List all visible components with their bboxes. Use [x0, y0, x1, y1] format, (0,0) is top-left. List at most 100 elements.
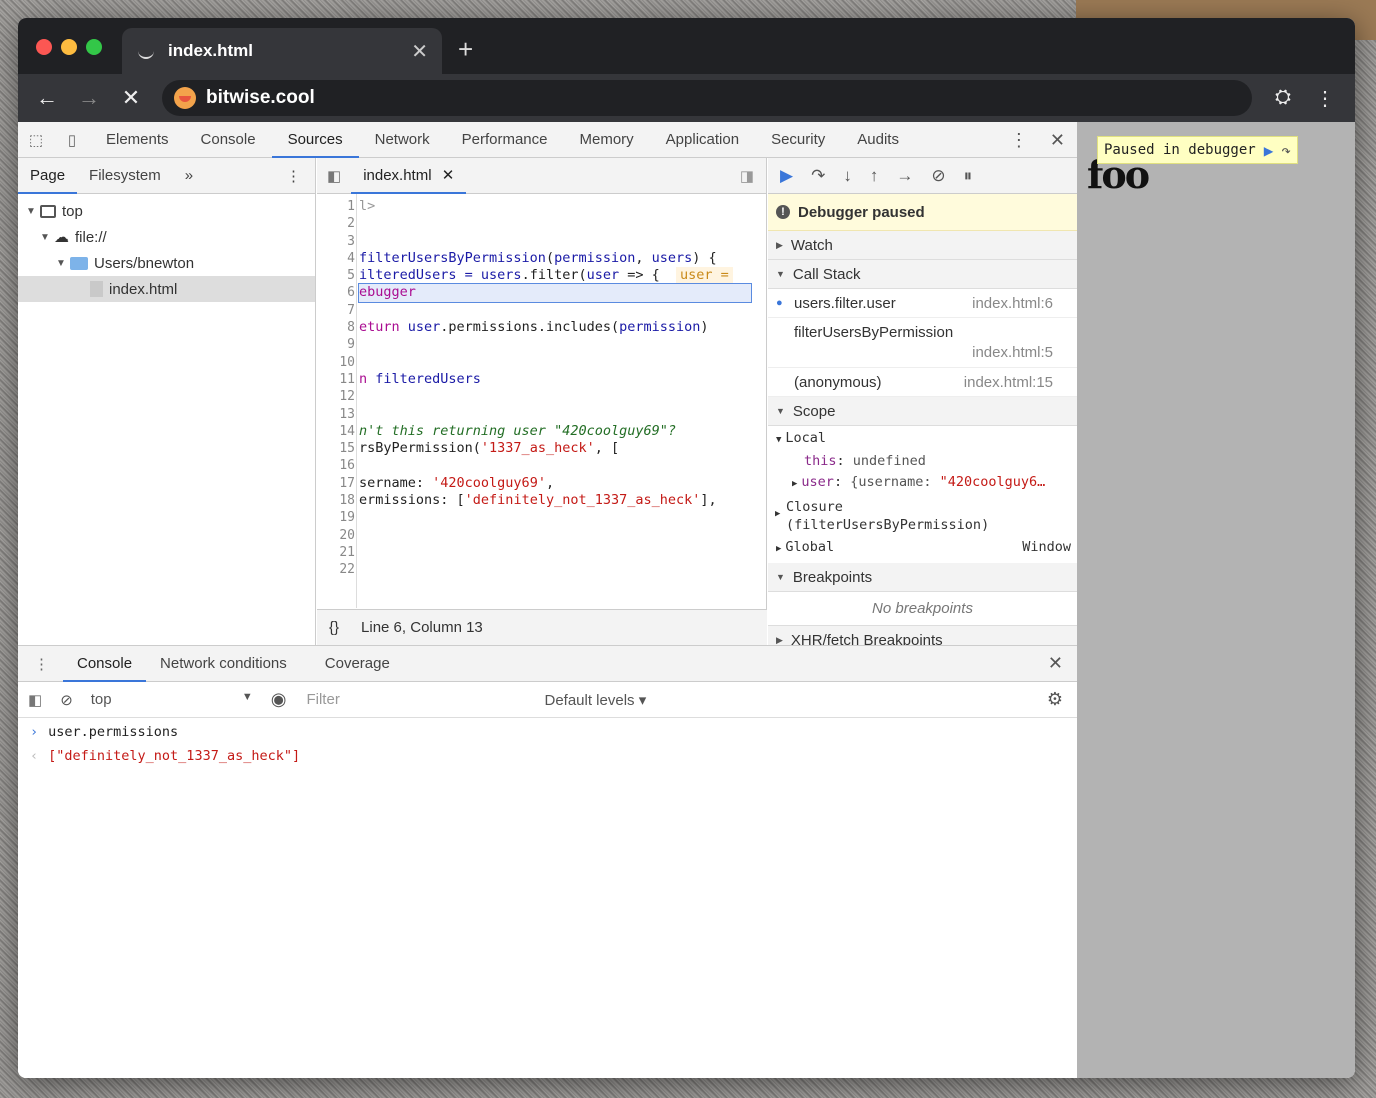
- deactivate-breakpoints-icon[interactable]: ⊘: [931, 166, 945, 186]
- maximize-window-button[interactable]: [86, 39, 102, 55]
- step-into-icon[interactable]: ↓: [843, 166, 852, 186]
- line-number[interactable]: 4: [317, 250, 355, 267]
- forward-button[interactable]: →: [68, 85, 110, 111]
- close-window-button[interactable]: [36, 39, 52, 55]
- devtools-menu-icon[interactable]: ⋮: [1010, 130, 1028, 151]
- tab-security[interactable]: Security: [755, 122, 841, 158]
- address-bar[interactable]: bitwise.cool: [162, 80, 1252, 116]
- line-number[interactable]: 10: [317, 354, 355, 371]
- step-out-icon[interactable]: ↑: [870, 166, 879, 186]
- console-filter-input[interactable]: [306, 686, 537, 713]
- console-output[interactable]: › user.permissions ‹ ["definitely_not_1337…: [18, 718, 1077, 768]
- tab-console[interactable]: Console: [185, 122, 272, 158]
- drawer-menu-icon[interactable]: ⋮: [18, 655, 63, 673]
- line-number[interactable]: 16: [317, 457, 355, 474]
- line-number[interactable]: 3: [317, 233, 355, 250]
- pause-on-exceptions-icon[interactable]: ⏸: [964, 166, 973, 186]
- tree-item-folder[interactable]: ▼ Users/bnewton: [18, 250, 315, 276]
- line-number[interactable]: 18: [317, 492, 355, 509]
- new-tab-button[interactable]: +: [458, 34, 473, 65]
- drawer-tab-network-conditions[interactable]: Network conditions: [146, 646, 301, 682]
- line-number[interactable]: 12: [317, 388, 355, 405]
- close-file-icon[interactable]: ✕: [442, 167, 455, 184]
- line-number[interactable]: 13: [317, 406, 355, 423]
- line-number[interactable]: 7: [317, 302, 355, 319]
- context-selector[interactable]: top ▼: [81, 691, 261, 708]
- close-drawer-icon[interactable]: ✕: [1048, 653, 1063, 674]
- stop-loading-button[interactable]: ✕: [110, 85, 152, 111]
- log-levels-dropdown[interactable]: Default levels ▾: [544, 691, 646, 709]
- line-number[interactable]: 22: [317, 561, 355, 578]
- call-frame[interactable]: filterUsersByPermission index.html:5: [768, 318, 1077, 368]
- tab-filesystem[interactable]: Filesystem: [77, 158, 173, 194]
- console-settings-icon[interactable]: ⚙: [1047, 689, 1063, 710]
- scope-global[interactable]: ▶ Global Window: [768, 534, 1077, 560]
- live-expression-eye-icon[interactable]: ◉: [261, 689, 297, 710]
- navigator-menu-icon[interactable]: ⋮: [286, 167, 301, 185]
- toggle-navigator-icon[interactable]: ◧: [317, 167, 351, 185]
- step-icon[interactable]: →: [896, 166, 913, 186]
- close-tab-icon[interactable]: ✕: [411, 39, 428, 64]
- overlay-step-over-button[interactable]: ↷: [1281, 141, 1291, 160]
- call-frame-current[interactable]: ● users.filter.user index.html:6: [768, 289, 1077, 318]
- scope-user[interactable]: ▶ user: {username: "420coolguy6…: [768, 472, 1077, 495]
- line-number[interactable]: 21: [317, 544, 355, 561]
- section-call-stack[interactable]: ▼ Call Stack: [768, 260, 1077, 289]
- devtools-close-icon[interactable]: ✕: [1050, 130, 1065, 151]
- section-scope[interactable]: ▼ Scope: [768, 397, 1077, 426]
- line-number[interactable]: 9: [317, 336, 355, 353]
- drawer-tab-console[interactable]: Console: [63, 646, 147, 682]
- overlay-resume-button[interactable]: ▶: [1264, 141, 1274, 160]
- scope-closure[interactable]: ▶ Closure (filterUsersByPermission): [768, 495, 1077, 534]
- tab-memory[interactable]: Memory: [564, 122, 650, 158]
- browser-tab[interactable]: index.html ✕: [122, 28, 442, 74]
- line-number[interactable]: 19: [317, 509, 355, 526]
- tab-elements[interactable]: Elements: [90, 122, 185, 158]
- drawer-tab-coverage[interactable]: Coverage: [311, 646, 404, 682]
- call-frame[interactable]: (anonymous) index.html:15: [768, 368, 1077, 397]
- line-number[interactable]: 1: [317, 198, 355, 215]
- device-toolbar-icon[interactable]: ▯: [54, 131, 90, 149]
- tab-audits[interactable]: Audits: [841, 122, 915, 158]
- line-number[interactable]: 6: [317, 284, 355, 301]
- line-number[interactable]: 14: [317, 423, 355, 440]
- line-number[interactable]: 11: [317, 371, 355, 388]
- line-number[interactable]: 2: [317, 215, 355, 232]
- more-tabs-icon[interactable]: »: [173, 158, 205, 194]
- back-button[interactable]: ←: [26, 85, 68, 111]
- frame-location[interactable]: index.html:15: [964, 374, 1053, 391]
- tab-sources[interactable]: Sources: [271, 122, 359, 158]
- line-number[interactable]: 20: [317, 527, 355, 544]
- line-number[interactable]: 8: [317, 319, 355, 336]
- browser-menu-icon[interactable]: ⋮: [1315, 86, 1335, 111]
- line-number[interactable]: 15: [317, 440, 355, 457]
- frame-location[interactable]: index.html:6: [972, 295, 1053, 312]
- tree-item-top[interactable]: ▼ top: [18, 198, 315, 224]
- section-xhr-breakpoints[interactable]: ▶ XHR/fetch Breakpoints: [768, 626, 1077, 645]
- minimize-window-button[interactable]: [61, 39, 77, 55]
- section-breakpoints[interactable]: ▼ Breakpoints: [768, 563, 1077, 592]
- tab-performance[interactable]: Performance: [446, 122, 564, 158]
- resume-icon[interactable]: ▶: [780, 166, 793, 186]
- tree-item-file-protocol[interactable]: ▼ ☁ file://: [18, 224, 315, 250]
- code-area[interactable]: 1 l> 2 3 4 filterUsersByPermission(permiss…: [317, 194, 767, 608]
- incognito-icon[interactable]: ⛭: [1275, 86, 1291, 111]
- tab-page[interactable]: Page: [18, 158, 78, 194]
- scope-local[interactable]: ▼ Local: [768, 428, 1077, 451]
- clear-console-icon[interactable]: ⊘: [52, 691, 81, 709]
- toggle-debugger-icon[interactable]: ◨: [740, 167, 754, 185]
- inspect-element-icon[interactable]: ⬚: [18, 131, 54, 149]
- section-watch[interactable]: ▶ Watch: [768, 231, 1077, 260]
- frame-location[interactable]: index.html:5: [972, 344, 1053, 361]
- pretty-print-button[interactable]: {}: [329, 619, 339, 636]
- tab-network[interactable]: Network: [359, 122, 446, 158]
- console-sidebar-icon[interactable]: ◧: [18, 691, 52, 709]
- tree-item-index-html[interactable]: index.html: [18, 276, 315, 302]
- line-number[interactable]: 5: [317, 267, 355, 284]
- tab-application[interactable]: Application: [650, 122, 755, 158]
- editor-file-tab[interactable]: index.html ✕: [351, 158, 467, 194]
- line-number[interactable]: 17: [317, 475, 355, 492]
- scope-this[interactable]: this: undefined: [768, 451, 1077, 472]
- step-over-icon[interactable]: ↷: [811, 166, 825, 186]
- console-input-line[interactable]: › user.permissions: [18, 720, 1077, 744]
